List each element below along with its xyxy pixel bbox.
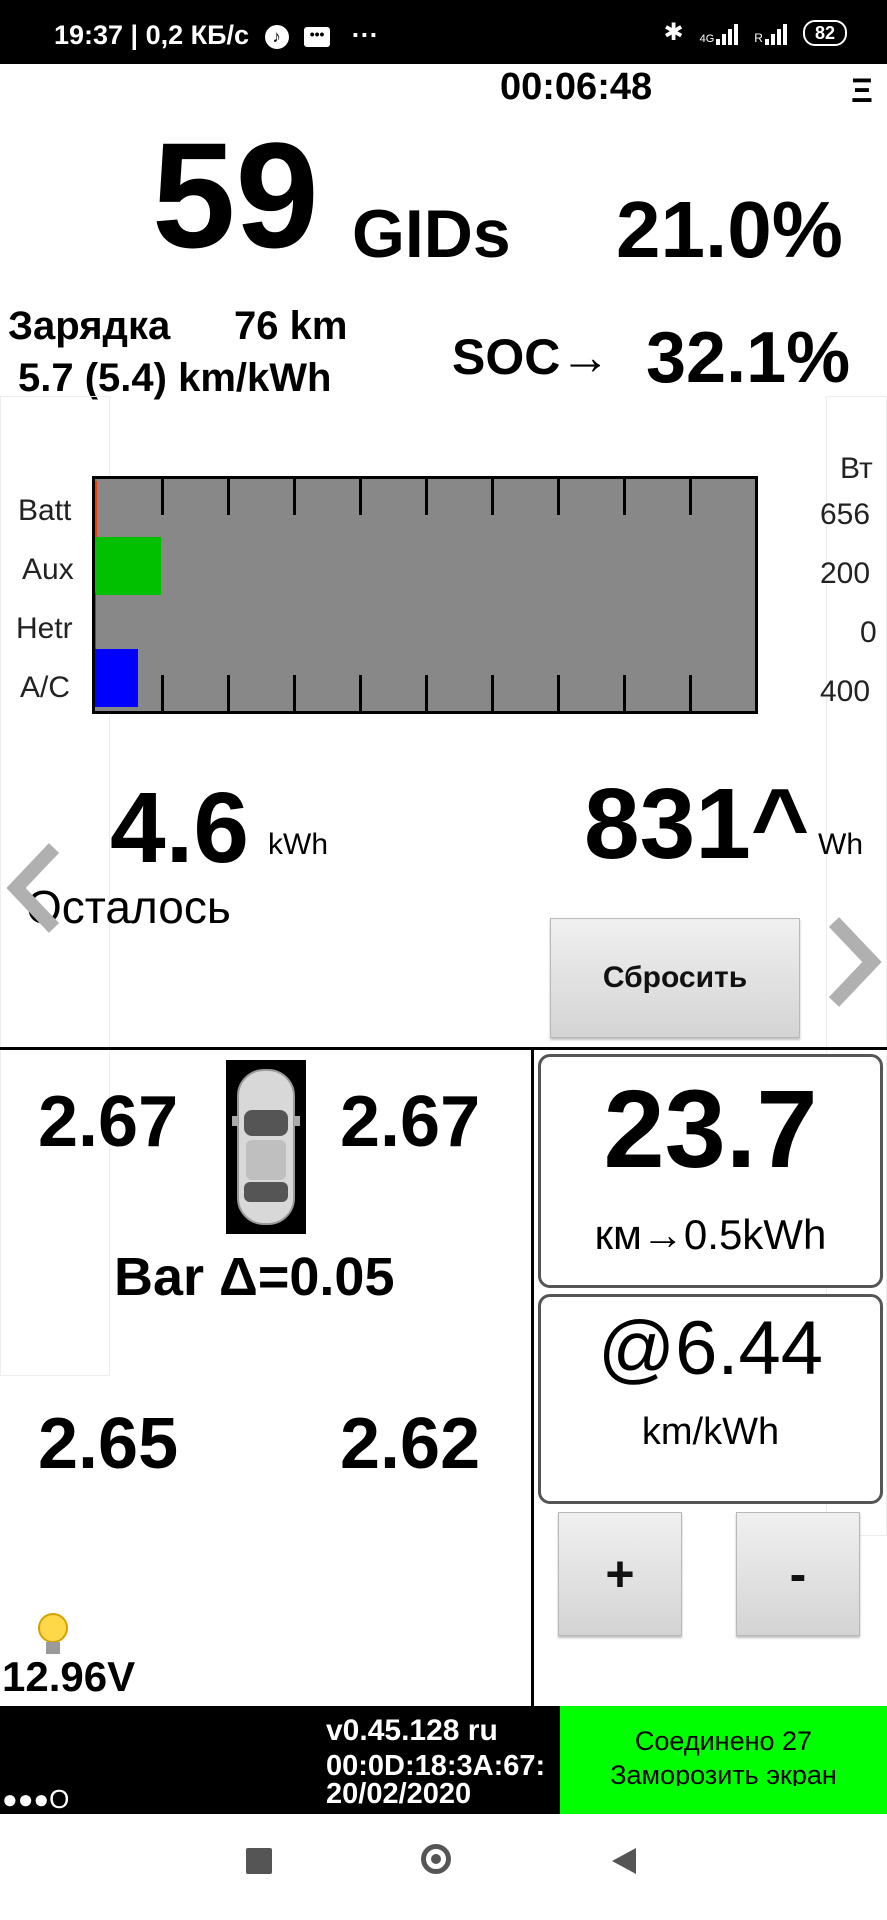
range-panel-value: 23.7	[603, 1068, 818, 1191]
grid-tick	[359, 479, 362, 515]
tire-rear-left: 2.65	[38, 1404, 179, 1484]
grid-tick	[359, 675, 362, 711]
power-bar-aux	[95, 537, 161, 595]
gids-unit: GIDs	[352, 196, 511, 272]
app-version: v0.45.128 ru	[326, 1714, 498, 1747]
grid-tick	[425, 675, 428, 711]
grid-tick	[161, 675, 164, 711]
grid-tick	[689, 675, 692, 711]
power-bar-hetr	[95, 593, 96, 651]
recent-apps-icon[interactable]	[246, 1848, 272, 1874]
grid-tick	[293, 675, 296, 711]
grid-tick	[293, 479, 296, 515]
net-r-label: R	[754, 30, 763, 45]
grid-tick	[491, 479, 494, 515]
remaining-energy-unit: kWh	[268, 828, 328, 861]
connection-status-button[interactable]: Соединено 27 Заморозить экран	[560, 1706, 887, 1814]
power-bar-ac	[95, 649, 138, 707]
gids-value: 59	[152, 111, 319, 279]
connection-status: Соединено 27	[634, 1726, 813, 1756]
chevron-left-icon[interactable]	[6, 840, 62, 941]
tire-front-right: 2.67	[340, 1082, 481, 1162]
grid-tick	[623, 675, 626, 711]
range-panel: 23.7 км→0.5kWh	[538, 1054, 883, 1288]
music-icon: ♪	[264, 24, 289, 49]
row-watts-ac: 400	[820, 675, 871, 708]
efficiency-panel-label: km/kWh	[641, 1411, 780, 1453]
efficiency-panel: @6.44 km/kWh	[538, 1294, 883, 1504]
grid-tick	[491, 675, 494, 711]
status-bar: 19:37 | 0,2 КБ/с ♪ ••• ··· ✱ 4G R 82	[0, 0, 887, 64]
reset-button[interactable]: Сбросить	[550, 918, 800, 1038]
menu-icon[interactable]: Ξ	[851, 72, 873, 111]
power-bar-batt	[95, 481, 97, 539]
current-date: 20/02/2020	[326, 1778, 472, 1810]
message-icon: •••	[304, 26, 331, 47]
grid-tick	[557, 479, 560, 515]
used-energy-value: 831^	[584, 768, 810, 880]
soc-label: SOC→	[452, 329, 611, 385]
gids-percent: 21.0%	[616, 185, 843, 274]
row-label-aux: Aux	[22, 553, 74, 586]
grid-tick	[227, 675, 230, 711]
soc-value: 32.1%	[646, 318, 851, 398]
charging-label: Зарядка	[8, 304, 171, 348]
grid-tick	[161, 479, 164, 515]
section-divider	[0, 1047, 887, 1050]
row-watts-aux: 200	[820, 557, 871, 590]
row-watts-hetr: 0	[860, 616, 877, 649]
power-chart	[92, 476, 758, 714]
connection-dots: ●●●O	[2, 1784, 70, 1814]
battery-icon: 82	[802, 19, 847, 46]
row-label-ac: A/C	[20, 671, 71, 704]
bluetooth-icon: ✱	[663, 19, 684, 46]
tire-front-left: 2.67	[38, 1082, 179, 1162]
used-energy-unit: Wh	[818, 828, 863, 861]
grid-tick	[227, 479, 230, 515]
row-label-batt: Batt	[18, 494, 72, 527]
grid-tick	[557, 675, 560, 711]
net-4g-label: 4G	[699, 32, 715, 45]
grid-tick	[689, 479, 692, 515]
home-icon[interactable]	[421, 1844, 451, 1874]
battery-voltage: 12.96V	[2, 1653, 136, 1700]
tire-unit-delta: Bar Δ=0.05	[114, 1247, 395, 1307]
battery-level: 82	[814, 22, 835, 43]
grid-tick	[425, 479, 428, 515]
tire-rear-right: 2.62	[340, 1404, 481, 1484]
grid-tick	[623, 479, 626, 515]
status-time: 19:37 | 0,2 КБ/с	[54, 20, 250, 50]
car-icon	[226, 1060, 306, 1234]
status-time-speed: 19:37 | 0,2 КБ/с ♪ ••• ···	[54, 20, 379, 51]
efficiency-panel-value: @6.44	[597, 1306, 824, 1391]
vertical-divider	[531, 1049, 534, 1706]
back-icon[interactable]	[610, 1846, 638, 1881]
minus-button[interactable]: -	[736, 1512, 860, 1636]
signal-4g-icon: 4G	[700, 21, 739, 45]
remaining-energy-value: 4.6	[110, 772, 250, 884]
charging-efficiency: 5.7 (5.4) km/kWh	[18, 356, 332, 400]
system-nav-bar	[0, 1814, 887, 1920]
row-watts-batt: 656	[820, 498, 871, 531]
chart-unit-label: Вт	[840, 452, 873, 485]
status-icons: ✱ 4G R 82	[663, 18, 847, 47]
row-label-hetr: Hetr	[16, 612, 73, 645]
chevron-right-icon[interactable]	[826, 914, 882, 1015]
freeze-screen-label: Заморозить экран	[610, 1760, 837, 1786]
range-panel-label: км→0.5kWh	[594, 1211, 827, 1258]
range-km: 76 km	[234, 304, 348, 348]
signal-roaming-icon: R	[754, 21, 787, 45]
more-notifications-icon: ···	[351, 20, 379, 50]
elapsed-timer: 00:06:48	[500, 66, 653, 108]
plus-button[interactable]: +	[558, 1512, 682, 1636]
